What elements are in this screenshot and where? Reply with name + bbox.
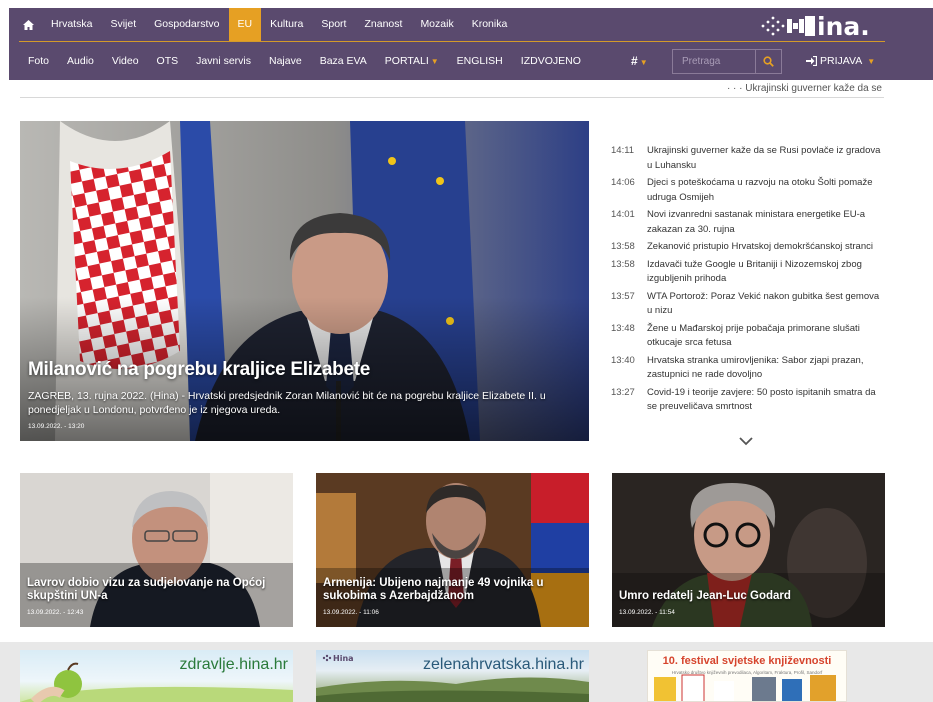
list-item[interactable]: 13:58 Zekanović pristupio Hrvatskoj demok… <box>611 240 887 255</box>
news-time: 13:27 <box>611 386 635 398</box>
portal-sublabel: Hrvatsko društvo književnih prevodilaca,… <box>671 670 823 675</box>
search-icon <box>763 56 774 67</box>
article-card-godard[interactable]: Umro redatelj Jean-Luc Godard 13.09.2022… <box>612 473 885 627</box>
nav-item-najave[interactable]: Najave <box>260 55 311 67</box>
nav-item-ots[interactable]: OTS <box>148 55 188 67</box>
news-time: 14:11 <box>611 145 635 156</box>
search-button[interactable] <box>756 49 782 74</box>
svg-text:ina.: ina. <box>817 12 870 40</box>
portal-label: zelenahrvatska.hina.hr <box>423 656 584 673</box>
card-date: 13.09.2022. - 11:06 <box>323 609 379 616</box>
news-time: 14:01 <box>611 209 635 220</box>
hashtag-menu[interactable]: # ▼ <box>631 54 648 68</box>
article-card-lavrov[interactable]: Lavrov dobio vizu za sudjelovanje na Opć… <box>20 473 293 627</box>
portal-banner-zelenahrvatska[interactable]: Hina zelenahrvatska.hina.hr <box>316 650 589 702</box>
portal-banner-festival[interactable]: 10. festival svjetske književnosti Hrvat… <box>647 650 847 702</box>
chevron-down-icon[interactable] <box>738 435 754 447</box>
card-date: 13.09.2022. - 11:54 <box>619 609 675 616</box>
nav-item-baza-eva[interactable]: Baza EVA <box>311 55 376 67</box>
nav-item-video[interactable]: Video <box>103 55 148 67</box>
portals-strip: zdravlje.hina.hr Hina zelenahrvatska.hin… <box>0 642 933 702</box>
nav-item-english[interactable]: ENGLISH <box>448 55 512 67</box>
nav-item-kultura[interactable]: Kultura <box>261 8 312 41</box>
news-time: 14:06 <box>611 177 635 188</box>
news-headline[interactable]: Hrvatska stranka umirovljenika: Sabor zj… <box>647 354 887 383</box>
news-headline[interactable]: Djeci s poteškoćama u razvoju na otoku Š… <box>647 176 887 205</box>
news-headline[interactable]: Ukrajinski guverner kaže da se Rusi povl… <box>647 144 887 173</box>
chevron-down-icon: ▼ <box>639 58 648 67</box>
hero-date: 13.09.2022. - 13:20 <box>28 423 85 430</box>
article-image <box>20 473 293 627</box>
article-image <box>612 473 885 627</box>
list-item[interactable]: 13:27 Covid-19 i teorije zavjere: 50 post… <box>611 386 887 415</box>
search-input[interactable] <box>672 49 756 74</box>
nav-item-svijet[interactable]: Svijet <box>101 8 145 41</box>
nav-item-portali[interactable]: PORTALI ▼ <box>376 55 448 67</box>
portal-label: zdravlje.hina.hr <box>179 656 289 673</box>
news-ticker: · · · Ukrajinski guverner kaže da se <box>20 82 884 98</box>
hero-lead: ZAGREB, 13. rujna 2022. (Hina) - Hrvatsk… <box>28 390 546 416</box>
news-headline[interactable]: WTA Portorož: Poraz Vekić nakon gubitka … <box>647 290 887 319</box>
nav-item-izdvojeno[interactable]: IZDVOJENO <box>512 55 590 67</box>
list-item[interactable]: 13:57 WTA Portorož: Poraz Vekić nakon gub… <box>611 290 887 319</box>
nav-item-znanost[interactable]: Znanost <box>355 8 411 41</box>
nav-item-hrvatska[interactable]: Hrvatska <box>42 8 101 41</box>
news-time: 13:58 <box>611 258 635 270</box>
list-item[interactable]: 13:48 Žene u Mađarskoj prije pobačaja pri… <box>611 322 887 351</box>
portal-banner-zdravlje[interactable]: zdravlje.hina.hr <box>20 650 293 702</box>
nav-item-javni-servis[interactable]: Javni servis <box>187 55 260 67</box>
news-time: 13:58 <box>611 241 635 252</box>
news-time: 13:57 <box>611 290 635 302</box>
card-date: 13.09.2022. - 12:43 <box>27 609 84 616</box>
home-link[interactable] <box>9 8 42 41</box>
login-icon <box>806 56 817 66</box>
news-headline[interactable]: Novi izvanredni sastanak ministara energ… <box>647 208 887 237</box>
card-title[interactable]: Armenija: Ubijeno najmanje 49 vojnika u … <box>323 577 578 603</box>
ticker-text[interactable]: · · · Ukrajinski guverner kaže da se <box>727 83 882 94</box>
news-headline[interactable]: Zekanović pristupio Hrvatskoj demokršćan… <box>647 240 873 255</box>
nav-item-audio[interactable]: Audio <box>58 55 103 67</box>
hero-article[interactable]: Milanović na pogrebu kraljice Elizabete … <box>20 121 589 441</box>
hash-icon: # <box>631 54 638 68</box>
list-item[interactable]: 13:40 Hrvatska stranka umirovljenika: Sab… <box>611 354 887 383</box>
secondary-nav: Foto Audio Video OTS Javni servis Najave… <box>9 42 590 80</box>
list-item[interactable]: 14:01 Novi izvanredni sastanak ministara … <box>611 208 887 237</box>
svg-text:Hina: Hina <box>333 654 354 663</box>
nav-item-gospodarstvo[interactable]: Gospodarstvo <box>145 8 228 41</box>
header-bar: Hrvatska Svijet Gospodarstvo EU Kultura … <box>9 8 933 80</box>
chevron-down-icon: ▼ <box>867 56 876 66</box>
news-headline[interactable]: Žene u Mađarskoj prije pobačaja primoran… <box>647 322 887 351</box>
latest-news-list: 14:11 Ukrajinski guverner kaže da se Rusi… <box>611 144 887 418</box>
nav-item-sport[interactable]: Sport <box>312 8 355 41</box>
chevron-down-icon: ▼ <box>430 57 439 66</box>
news-time: 13:40 <box>611 354 635 366</box>
portal-label: 10. festival svjetske književnosti <box>662 655 832 667</box>
nav-item-portali-label: PORTALI <box>384 55 429 67</box>
nav-item-foto[interactable]: Foto <box>9 55 58 67</box>
list-item[interactable]: 13:58 Izdavači tuže Google u Britaniji i … <box>611 258 887 287</box>
card-title[interactable]: Umro redatelj Jean-Luc Godard <box>619 590 874 603</box>
list-item[interactable]: 14:06 Djeci s poteškoćama u razvoju na ot… <box>611 176 887 205</box>
hina-logo[interactable]: ina. <box>755 10 881 40</box>
card-title[interactable]: Lavrov dobio vizu za sudjelovanje na Opć… <box>27 577 282 603</box>
nav-item-mozaik[interactable]: Mozaik <box>411 8 462 41</box>
article-card-armenija[interactable]: Armenija: Ubijeno najmanje 49 vojnika u … <box>316 473 589 627</box>
list-item[interactable]: 14:11 Ukrajinski guverner kaže da se Rusi… <box>611 144 887 173</box>
news-headline[interactable]: Izdavači tuže Google u Britaniji i Nizoz… <box>647 258 887 287</box>
home-icon <box>23 19 34 30</box>
login-button[interactable]: PRIJAVA ▼ <box>806 55 875 67</box>
nav-item-kronika[interactable]: Kronika <box>463 8 517 41</box>
news-time: 13:48 <box>611 322 635 334</box>
news-headline[interactable]: Covid-19 i teorije zavjere: 50 posto isp… <box>647 386 887 415</box>
nav-item-eu[interactable]: EU <box>228 8 262 41</box>
hero-title[interactable]: Milanović na pogrebu kraljice Elizabete <box>28 359 370 381</box>
main-nav: Hrvatska Svijet Gospodarstvo EU Kultura … <box>9 8 516 41</box>
article-image <box>316 473 589 627</box>
login-label: PRIJAVA <box>820 55 863 67</box>
